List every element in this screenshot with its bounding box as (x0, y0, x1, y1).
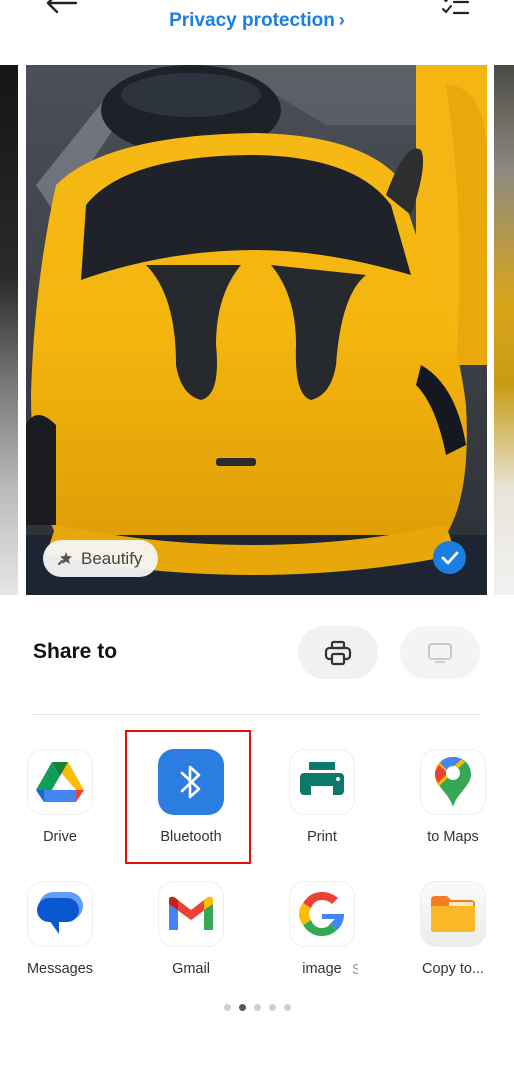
beautify-label: Beautify (81, 548, 143, 568)
share-app-print[interactable]: Print (267, 749, 377, 845)
google-icon (299, 892, 344, 936)
app-label: Print (307, 829, 337, 845)
printer-outline-icon (324, 640, 352, 665)
share-app-gmail[interactable]: Gmail (136, 881, 246, 977)
select-all-button[interactable] (440, 0, 472, 18)
privacy-protection-label: Privacy protection (169, 10, 335, 31)
messages-icon (37, 892, 83, 934)
bluetooth-icon (180, 765, 201, 799)
app-label: Bluetooth (160, 829, 222, 845)
truncated-label-fragment: S (352, 962, 358, 978)
checklist-icon (442, 0, 470, 15)
cast-screen-button[interactable] (400, 626, 480, 679)
share-app-messages[interactable]: Messages (5, 881, 115, 977)
page-dot[interactable] (283, 1004, 291, 1011)
monitor-icon (428, 642, 452, 663)
printer-icon (300, 762, 344, 800)
app-label: Messages (26, 961, 94, 977)
google-drive-icon (36, 762, 84, 802)
top-bar: Privacy protection › (0, 0, 514, 62)
app-label: Gmail (172, 961, 210, 977)
share-app-copy-to[interactable]: Copy to... (398, 881, 508, 977)
app-label: image (302, 961, 342, 977)
app-label: Copy to... (421, 961, 485, 977)
page-dot[interactable] (238, 1004, 246, 1011)
page-dot[interactable] (223, 1004, 231, 1011)
page-dot[interactable] (268, 1004, 276, 1011)
share-app-drive[interactable]: Drive (5, 749, 115, 845)
beautify-button[interactable]: Beautify (43, 540, 159, 577)
share-app-maps[interactable]: to Maps (398, 749, 508, 845)
quick-print-button[interactable] (298, 626, 378, 679)
gmail-icon (169, 896, 213, 930)
photo-carousel[interactable] (0, 65, 514, 595)
page-indicator (0, 1004, 514, 1011)
next-photo-preview[interactable] (494, 65, 514, 595)
folder-icon (431, 896, 475, 932)
sparkle-icon (58, 551, 72, 565)
selected-checkbox[interactable] (433, 541, 466, 574)
divider (33, 714, 480, 715)
privacy-protection-link[interactable]: Privacy protection › (0, 10, 514, 32)
previous-photo-preview[interactable] (0, 65, 18, 595)
share-app-google-image[interactable]: image (267, 881, 377, 977)
page-dot[interactable] (253, 1004, 261, 1011)
app-label: Drive (43, 829, 77, 845)
chevron-right-icon: › (338, 10, 345, 30)
share-app-bluetooth[interactable]: Bluetooth (136, 749, 246, 845)
google-maps-icon (435, 757, 471, 807)
selected-photo[interactable] (26, 65, 487, 595)
car-photo-image (26, 65, 487, 595)
share-to-title: Share to (33, 640, 118, 663)
app-label: to Maps (427, 829, 479, 845)
checkmark-icon (441, 551, 458, 564)
